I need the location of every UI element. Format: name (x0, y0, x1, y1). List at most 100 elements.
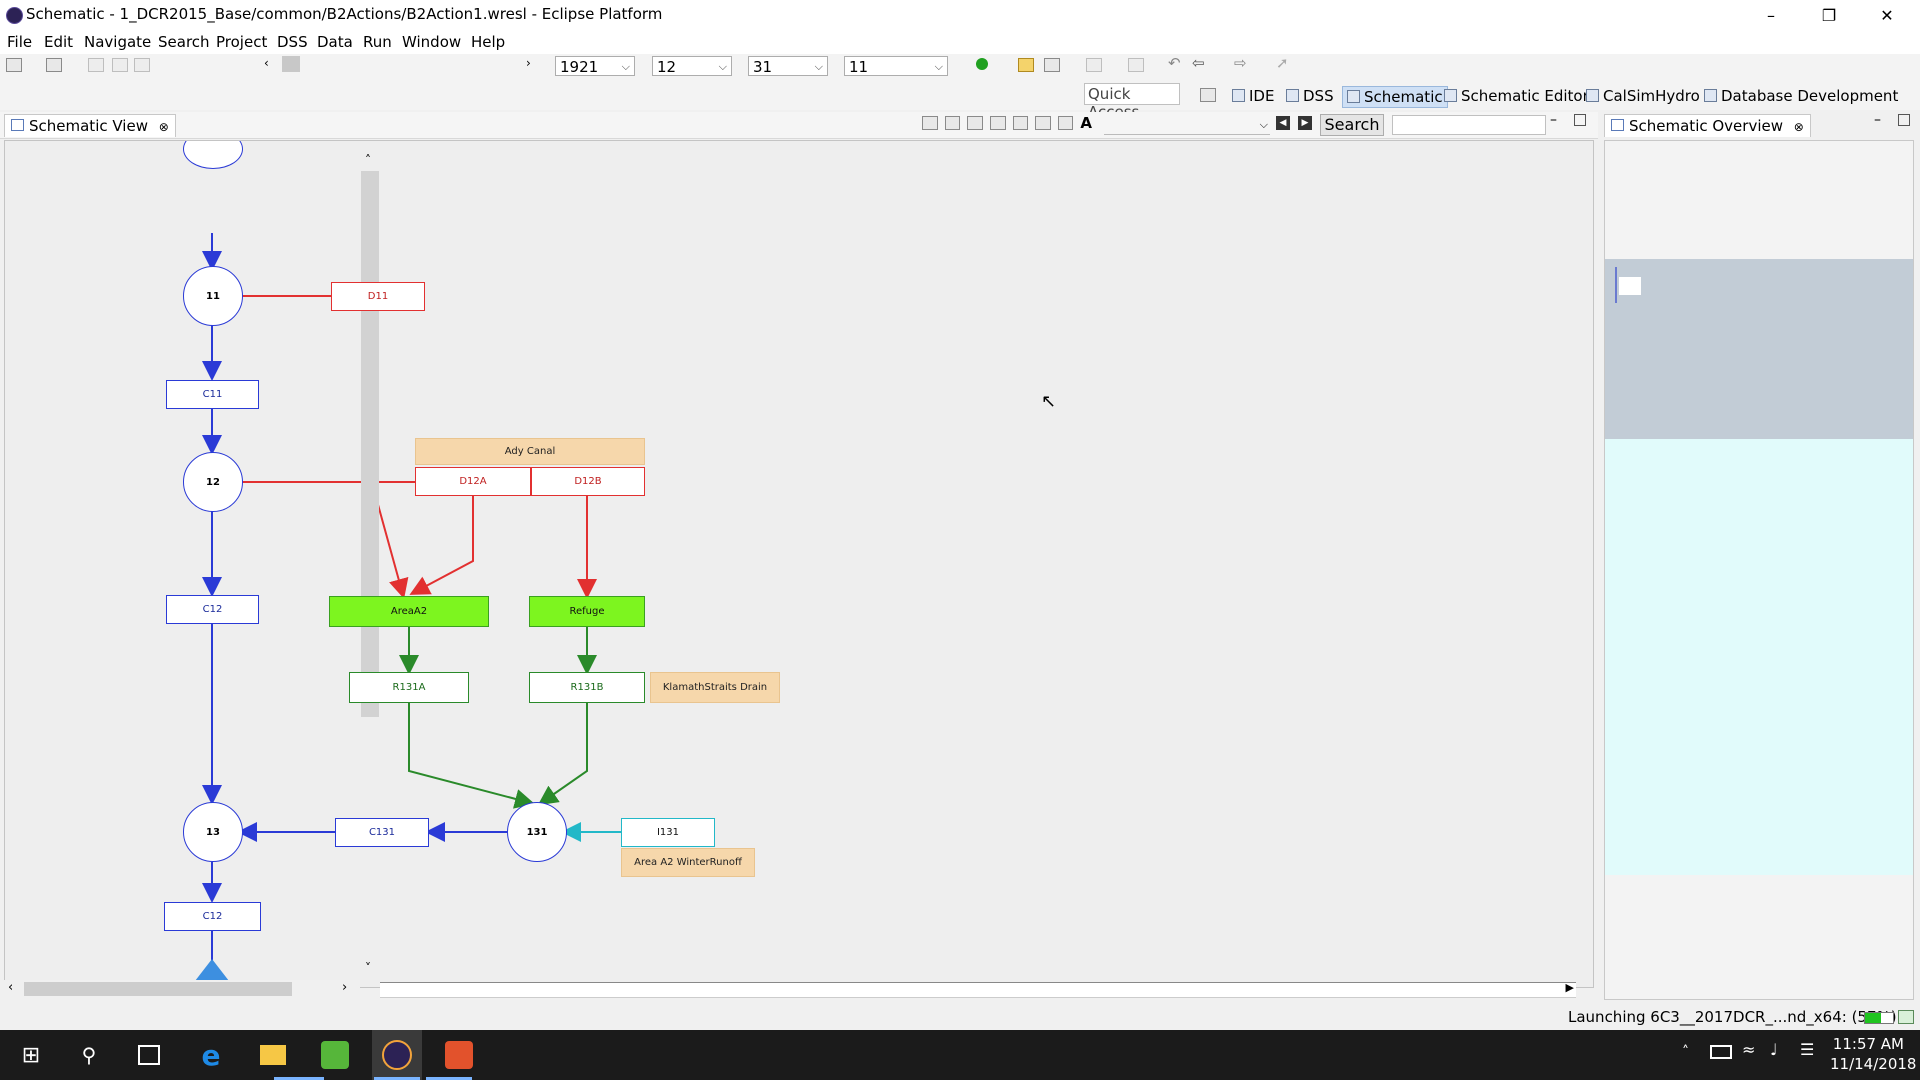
search-icon[interactable]: ⚲ (64, 1030, 114, 1080)
diversion-arc[interactable]: D12A (415, 467, 531, 496)
schematic-canvas[interactable]: ˄ ˅ 10 11 12 13 131 C11 C12 C131 C12 D11… (4, 140, 1594, 988)
perspective-ide[interactable]: IDE (1232, 86, 1274, 106)
last-edit-icon[interactable]: ↶ (1168, 54, 1181, 72)
scroll-down-icon[interactable]: ˅ (365, 961, 371, 975)
menu-data[interactable]: Data (317, 33, 353, 51)
menu-search[interactable]: Search (158, 33, 210, 51)
scroll-left-icon[interactable]: ‹ (8, 980, 13, 995)
search-combo[interactable]: ⌵ (1104, 116, 1270, 135)
tab-schematic-view[interactable]: Schematic View ⊗ (4, 114, 176, 137)
diagram-node[interactable]: 131 (507, 802, 567, 862)
recorder-icon[interactable] (434, 1030, 484, 1080)
export-icon[interactable] (922, 116, 938, 130)
start-windows-icon[interactable]: ⊞ (6, 1030, 56, 1080)
search-input[interactable] (1392, 115, 1546, 135)
open-folder-icon[interactable] (1018, 58, 1034, 72)
run-icon[interactable] (976, 58, 988, 70)
diagram-node[interactable]: 13 (183, 802, 243, 862)
demand-area[interactable]: AreaA2 (329, 596, 489, 627)
menu-edit[interactable]: Edit (44, 33, 73, 51)
perspective-schematic[interactable]: Schematic (1342, 86, 1448, 108)
zoom-reset-icon[interactable] (1012, 116, 1029, 130)
diversion-arc[interactable]: D11 (331, 282, 425, 311)
overview-viewport[interactable] (1605, 259, 1913, 439)
print-icon[interactable] (944, 116, 961, 130)
progress-view-icon[interactable] (1898, 1010, 1914, 1024)
task-view-icon[interactable] (124, 1030, 174, 1080)
eclipse-taskbar-icon[interactable] (372, 1030, 422, 1080)
canvas-hscroll-main[interactable]: ▶ (380, 981, 1576, 998)
search-prev-icon[interactable]: ◀ (1276, 116, 1290, 130)
save-icon[interactable] (88, 58, 104, 72)
menu-dss[interactable]: DSS (277, 33, 308, 51)
next-annotation-icon[interactable] (1086, 58, 1102, 72)
inflow-arc[interactable]: I131 (621, 818, 715, 847)
scroll-right-icon[interactable]: ▶ (1566, 981, 1574, 994)
search-next-icon[interactable]: ▶ (1298, 116, 1312, 130)
channel-arc[interactable]: C12 (166, 595, 259, 624)
volume-icon[interactable]: ♩ (1770, 1040, 1778, 1059)
scroll-right-icon[interactable]: › (526, 56, 531, 70)
clock-time[interactable]: 11:57 AM (1830, 1035, 1904, 1053)
pin-icon[interactable]: ➚ (1276, 54, 1289, 72)
demand-area[interactable]: Refuge (529, 596, 645, 627)
maximize-view-icon[interactable] (1898, 114, 1910, 126)
zoom-out-icon[interactable] (989, 116, 1006, 130)
month-combo[interactable]: 12 ⌵ (652, 56, 732, 76)
wifi-icon[interactable]: ≈ (1742, 1040, 1755, 1059)
print-icon[interactable] (134, 58, 150, 72)
open-perspective-icon[interactable] (1200, 88, 1216, 102)
close-tab-icon[interactable]: ⊗ (159, 120, 169, 134)
canvas-vscroll-track[interactable] (361, 171, 379, 717)
hscroll-thumb[interactable] (24, 982, 292, 996)
show-hidden-icons-icon[interactable]: ˄ (1682, 1044, 1689, 1060)
edge-browser-icon[interactable]: e (186, 1030, 236, 1080)
search-button[interactable]: Search (1320, 114, 1384, 136)
clock-date[interactable]: 11/14/2018 (1830, 1055, 1916, 1073)
diagram-node[interactable]: 11 (183, 266, 243, 326)
menu-file[interactable]: File (7, 33, 32, 51)
battery-icon[interactable] (1710, 1045, 1732, 1059)
camtasia-icon[interactable] (310, 1030, 360, 1080)
diversion-arc[interactable]: D12B (531, 467, 645, 496)
tab-schematic-overview[interactable]: Schematic Overview ⊗ (1604, 114, 1811, 137)
new-icon[interactable] (6, 58, 22, 72)
zoom-fit-icon[interactable] (1035, 116, 1051, 130)
overview-canvas[interactable] (1604, 140, 1914, 1000)
wand-icon[interactable] (1044, 58, 1060, 72)
menu-help[interactable]: Help (471, 33, 505, 51)
menu-navigate[interactable]: Navigate (84, 33, 151, 51)
zoom-select-icon[interactable] (1057, 116, 1074, 130)
minimize-view-icon[interactable]: – (1874, 112, 1881, 128)
back-icon[interactable]: ⇦ (1192, 54, 1205, 72)
scroll-right-icon[interactable]: › (342, 980, 347, 995)
hour-combo[interactable]: 11 ⌵ (844, 56, 948, 76)
font-icon[interactable]: A (1080, 116, 1092, 132)
scroll-left-icon[interactable]: ‹ (264, 56, 269, 70)
close-tab-icon[interactable]: ⊗ (1794, 120, 1804, 134)
channel-arc[interactable]: C131 (335, 818, 429, 847)
file-explorer-icon[interactable] (248, 1030, 298, 1080)
menu-window[interactable]: Window (402, 33, 461, 51)
close-button[interactable]: ✕ (1858, 0, 1916, 30)
channel-arc[interactable]: C11 (166, 380, 259, 409)
scroll-up-icon[interactable]: ˄ (365, 153, 371, 167)
diagram-node[interactable]: 12 (183, 452, 243, 512)
maximize-view-icon[interactable] (1574, 114, 1586, 126)
minimize-button[interactable]: – (1742, 0, 1800, 30)
prev-annotation-icon[interactable] (1128, 58, 1144, 72)
return-arc[interactable]: R131A (349, 672, 469, 703)
toolbar-scroll-thumb[interactable] (282, 56, 300, 72)
new-project-icon[interactable] (46, 58, 62, 72)
menu-project[interactable]: Project (216, 33, 267, 51)
canvas-hscroll-left[interactable]: ‹ › (4, 980, 360, 998)
perspective-calsimhydro[interactable]: CalSimHydro (1586, 86, 1700, 106)
forward-icon[interactable]: ⇨ (1234, 54, 1247, 72)
channel-arc[interactable]: C12 (164, 902, 261, 931)
perspective-dss[interactable]: DSS (1286, 86, 1334, 106)
quick-access-field[interactable]: Quick Access (1084, 83, 1180, 121)
day-combo[interactable]: 31 ⌵ (748, 56, 828, 76)
action-center-icon[interactable]: ☰ (1800, 1040, 1814, 1059)
perspective-schematic-editor[interactable]: Schematic Editor (1444, 86, 1589, 106)
save-all-icon[interactable] (112, 58, 128, 72)
